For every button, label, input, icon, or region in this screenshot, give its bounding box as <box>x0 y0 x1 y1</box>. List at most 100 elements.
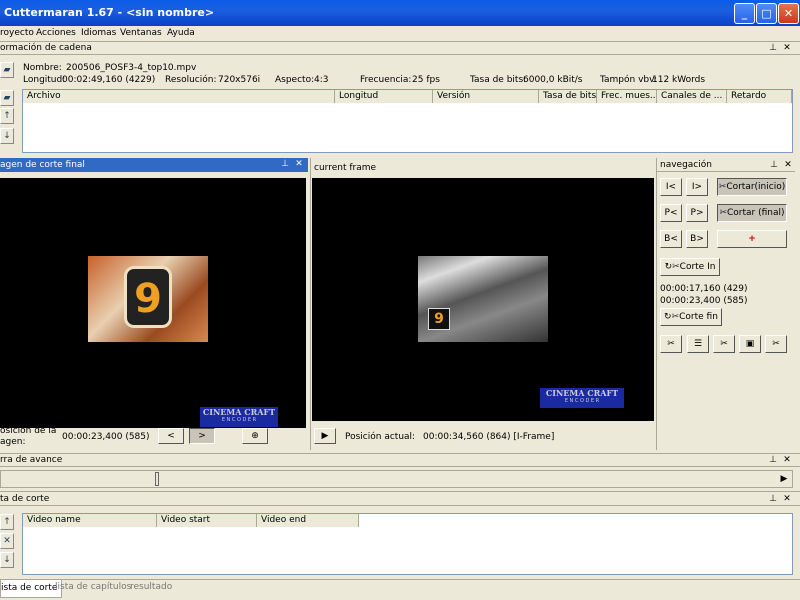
tab-cut-list[interactable]: ista de corte <box>0 580 63 598</box>
close-icon[interactable]: ✕ <box>783 160 793 171</box>
scroll-right-icon[interactable]: ▶ <box>777 472 791 486</box>
progress-slider-thumb[interactable] <box>155 472 159 486</box>
length-label: Longitud: <box>23 75 66 85</box>
tab-result[interactable]: resultado <box>130 582 172 592</box>
navigation-header: navegación ⊥ ✕ <box>657 159 795 172</box>
cut-list-title: ta de corte <box>0 494 50 504</box>
prev-button[interactable]: < <box>158 428 184 444</box>
list-tool-button[interactable]: ☰ <box>687 335 709 353</box>
menu-ventanas[interactable]: Ventanas <box>120 26 162 40</box>
stream-info-title: ormación de cadena <box>0 43 92 53</box>
channel-logo-icon: 9 <box>428 308 450 330</box>
close-icon[interactable]: ✕ <box>782 43 792 54</box>
pin-icon[interactable]: ⊥ <box>280 159 290 170</box>
cut-list-panel: ta de corte ⊥ ✕ ↑ ✕ ↓ Video name Video s… <box>0 491 800 579</box>
file-table-header: Archivo Longitud Versión Tasa de bits Fr… <box>23 90 792 103</box>
frequency-label: Frecuencia: <box>360 75 412 85</box>
menu-proyecto[interactable]: royecto <box>0 26 34 40</box>
delete-icon[interactable]: ✕ <box>0 533 14 549</box>
col-bitrate[interactable]: Tasa de bits <box>539 90 597 103</box>
current-frame-header: current frame <box>311 158 656 178</box>
col-video-name[interactable]: Video name <box>23 514 157 527</box>
channel-logo-icon: 9 <box>124 266 172 328</box>
col-archivo[interactable]: Archivo <box>23 90 335 103</box>
pin-icon[interactable]: ⊥ <box>768 494 778 505</box>
scissors-icon: ✂ <box>720 339 728 349</box>
col-video-start[interactable]: Video start <box>157 514 257 527</box>
cut-start-button[interactable]: ✂Cortar(inicio) <box>717 178 787 196</box>
close-icon[interactable]: ✕ <box>782 455 792 466</box>
pin-icon[interactable]: ⊥ <box>768 43 778 54</box>
cinema-craft-logo: CINEMA CRAFT E N C O D E R <box>200 407 278 427</box>
close-icon[interactable]: ✕ <box>294 159 304 170</box>
progress-slider[interactable]: ▶ <box>0 470 793 488</box>
prev-bframe-button[interactable]: B< <box>660 230 682 248</box>
menu-acciones[interactable]: Acciones <box>36 26 76 40</box>
bitrate-label: Tasa de bits: <box>470 75 527 85</box>
cut-image-panel: agen de corte final ⊥ ✕ 9 CINEMA CRAFT E… <box>0 158 308 450</box>
col-version[interactable]: Versión <box>433 90 539 103</box>
open-folder-icon-2[interactable]: ▰ <box>0 90 14 106</box>
cut-in-button[interactable]: ↻✂Corte In <box>660 258 720 276</box>
scissors-tool-button-2[interactable]: ✂ <box>765 335 787 353</box>
next-pframe-button[interactable]: P> <box>686 204 708 222</box>
tab-chapter-list[interactable]: lista de capítulos <box>55 582 131 592</box>
navigation-panel: navegación ⊥ ✕ I< I> ✂Cortar(inicio) P< … <box>656 158 800 450</box>
maximize-button[interactable]: □ <box>756 3 777 24</box>
cut-list-tool-button[interactable]: ✂ <box>713 335 735 353</box>
col-video-end[interactable]: Video end <box>257 514 359 527</box>
cut-out-button[interactable]: ↻✂Corte fin <box>660 308 722 326</box>
cut-image-header: agen de corte final ⊥ ✕ <box>0 158 308 172</box>
minimize-button[interactable]: _ <box>734 3 755 24</box>
current-frame-title: current frame <box>314 163 377 173</box>
resolution-label: Resolución: <box>165 75 217 85</box>
navigation-title: navegación <box>660 160 712 170</box>
arrow-up-icon[interactable]: ↑ <box>0 108 14 124</box>
zoom-button[interactable]: ⊕ <box>242 428 268 444</box>
pin-icon[interactable]: ⊥ <box>768 455 778 466</box>
pin-icon[interactable]: ⊥ <box>769 160 779 171</box>
scissors-icon: ✂ <box>772 339 780 349</box>
cut-image-position: 00:00:23,400 (585) <box>62 432 150 442</box>
cut-out-time: 00:00:23,400 (585) <box>660 296 748 306</box>
cut-end-button[interactable]: ✂Cortar (final) <box>717 204 787 222</box>
next-button[interactable]: > <box>189 428 215 444</box>
video-thumbnail: 9 <box>88 256 208 342</box>
monitor-tool-button[interactable]: ▣ <box>739 335 761 353</box>
red-plus-icon: + <box>748 234 756 244</box>
close-icon[interactable]: ✕ <box>782 494 792 505</box>
close-button[interactable]: ✕ <box>778 3 799 24</box>
col-channels[interactable]: Canales de ... <box>657 90 727 103</box>
next-bframe-button[interactable]: B> <box>686 230 708 248</box>
play-button[interactable]: ▶ <box>314 428 336 444</box>
vbv-value: 112 kWords <box>652 75 706 85</box>
resolution-value: 720x576i <box>218 75 261 85</box>
title-bar: Cuttermaran 1.67 - <sin nombre> _ □ ✕ <box>0 0 800 26</box>
menu-idiomas[interactable]: Idiomas <box>81 26 116 40</box>
frequency-value: 25 fps <box>412 75 440 85</box>
position-label-line2: agen: <box>0 437 26 447</box>
cut-list-header: ta de corte ⊥ ✕ <box>0 493 800 506</box>
next-iframe-button[interactable]: I> <box>686 178 708 196</box>
aspect-label: Aspecto: <box>275 75 315 85</box>
prev-pframe-button[interactable]: P< <box>660 204 682 222</box>
progress-panel: rra de avance ⊥ ✕ ▶ <box>0 453 800 491</box>
add-marker-button[interactable]: + <box>717 230 787 248</box>
col-delay[interactable]: Retardo <box>727 90 792 103</box>
magnifier-icon: ⊕ <box>251 431 259 441</box>
prev-iframe-button[interactable]: I< <box>660 178 682 196</box>
col-longitud[interactable]: Longitud <box>335 90 433 103</box>
video-frame: 9 <box>418 256 548 342</box>
move-up-icon[interactable]: ↑ <box>0 514 14 530</box>
position-label-line1: osición de la <box>0 426 57 436</box>
col-sample-rate[interactable]: Frec. mues... <box>597 90 657 103</box>
menu-ayuda[interactable]: Ayuda <box>167 26 195 40</box>
stream-info-panel: ormación de cadena ⊥ ✕ ▰ ▰ ↑ ↓ Nombre: 2… <box>0 41 800 154</box>
scissors-tool-button[interactable]: ✂ <box>660 335 682 353</box>
move-down-icon[interactable]: ↓ <box>0 552 14 568</box>
arrow-down-icon[interactable]: ↓ <box>0 128 14 144</box>
open-folder-icon[interactable]: ▰ <box>0 62 14 78</box>
vbv-label: Tampón vbv: <box>600 75 657 85</box>
rotate-arrow-icon: ↻ <box>664 312 672 322</box>
current-position-label: Posición actual: <box>345 432 416 442</box>
